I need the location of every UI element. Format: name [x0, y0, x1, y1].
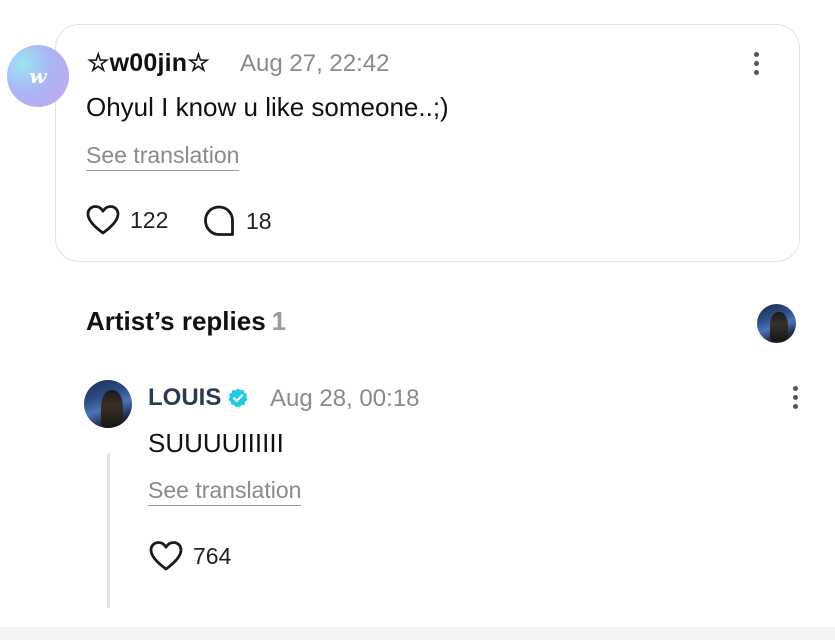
comment-timestamp: Aug 27, 22:42	[240, 50, 390, 77]
comment-username[interactable]: ☆w00jin☆	[87, 48, 210, 78]
comment-bubble-icon	[204, 205, 234, 236]
thread-line	[107, 453, 110, 608]
reply-like-count: 764	[193, 542, 232, 569]
see-translation-link[interactable]: See translation	[86, 141, 240, 171]
reply-username[interactable]: LOUIS	[148, 384, 249, 412]
reply-text: SUUUUIIIIII	[148, 428, 284, 458]
avatar-letter: w	[29, 64, 47, 88]
reply-button[interactable]: 18	[202, 204, 272, 238]
artist-replies-count: 1	[271, 306, 287, 336]
like-button[interactable]: 122	[86, 204, 168, 236]
heart-icon	[149, 541, 183, 571]
heart-icon	[86, 205, 120, 235]
more-options-icon[interactable]	[754, 52, 760, 79]
like-count: 122	[130, 206, 169, 233]
louis-avatar[interactable]	[84, 380, 132, 428]
artist-replies-title: Artist’s replies	[86, 306, 266, 336]
artist-avatar-small[interactable]	[757, 304, 796, 343]
reply-timestamp: Aug 28, 00:18	[270, 385, 420, 412]
bottom-separator	[0, 627, 835, 640]
artist-replies-heading: Artist’s replies 1	[86, 306, 286, 337]
reply-see-translation-link[interactable]: See translation	[148, 476, 302, 506]
verified-badge-icon	[228, 388, 248, 408]
reply-more-options-icon[interactable]	[793, 386, 799, 413]
comment-text: Ohyul I know u like someone..;)	[86, 92, 449, 122]
user-avatar[interactable]: w	[7, 45, 69, 107]
reply-count: 18	[246, 207, 272, 234]
reply-username-text: LOUIS	[148, 384, 222, 411]
reply-like-button[interactable]: 764	[149, 540, 231, 572]
